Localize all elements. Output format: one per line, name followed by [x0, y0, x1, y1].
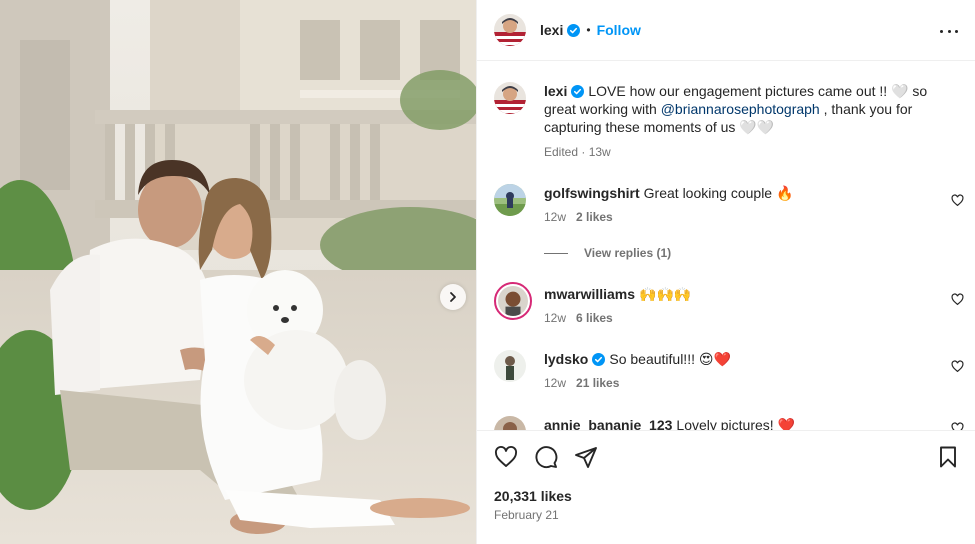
comment-likes[interactable]: 2 likes	[576, 210, 613, 224]
comment-age: 12w	[544, 210, 567, 224]
caption-avatar[interactable]	[494, 82, 526, 114]
view-replies-label: View replies (1)	[584, 246, 672, 260]
like-comment-heart-icon[interactable]	[951, 360, 964, 373]
post-side-panel: lexi • Follow lexi LOVE how our engageme…	[476, 0, 975, 544]
bookmark-icon[interactable]	[936, 445, 960, 469]
comment-text: Lovely pictures! ❤️	[676, 417, 795, 430]
comment-meta: 12w 6 likes	[544, 309, 928, 327]
caption-mention[interactable]: @briannarosephotograph	[661, 101, 820, 117]
replies-divider	[544, 252, 568, 254]
comment-item: golfswingshirt Great looking couple 🔥 12w…	[494, 184, 964, 244]
caption: lexi LOVE how our engagement pictures cam…	[494, 82, 964, 162]
comment-item: mwarwilliams 🙌🙌🙌 12w 6 likes	[494, 282, 964, 342]
like-comment-heart-icon[interactable]	[951, 293, 964, 306]
verified-badge-icon	[567, 23, 581, 37]
engagement-photo	[0, 0, 476, 544]
comment-likes[interactable]: 6 likes	[576, 311, 613, 325]
instagram-post: lexi • Follow lexi LOVE how our engageme…	[0, 0, 975, 544]
commenter-avatar[interactable]	[494, 184, 526, 216]
separator-dot: •	[586, 23, 591, 37]
view-replies-button[interactable]: View replies (1)	[544, 246, 671, 260]
comments-list[interactable]: lexi LOVE how our engagement pictures cam…	[477, 62, 975, 430]
post-actions-section: 20,331 likes February 21	[477, 430, 975, 544]
like-comment-heart-icon[interactable]	[951, 422, 964, 430]
author-username[interactable]: lexi	[540, 22, 563, 38]
caption-meta: Edited · 13w	[544, 145, 611, 159]
heart-icon[interactable]	[494, 445, 518, 469]
commenter-avatar[interactable]	[494, 350, 526, 382]
post-date: February 21	[494, 508, 559, 522]
comment-body: mwarwilliams 🙌🙌🙌 12w 6 likes	[544, 285, 928, 327]
comment-age: 12w	[544, 376, 567, 390]
post-photo[interactable]	[0, 0, 476, 544]
comment-body: lydsko So beautiful!!! 😍❤️ 12w 21 likes	[544, 350, 928, 392]
author-avatar[interactable]	[494, 14, 526, 46]
comment-icon[interactable]	[534, 445, 558, 469]
share-icon[interactable]	[574, 445, 598, 469]
comment-likes[interactable]: 21 likes	[576, 376, 619, 390]
comment-item: annie_bananie_123 Lovely pictures! ❤️	[494, 416, 964, 430]
caption-username[interactable]: lexi	[544, 83, 567, 99]
comment-item: lydsko So beautiful!!! 😍❤️ 12w 21 likes	[494, 350, 964, 410]
commenter-avatar[interactable]	[494, 416, 526, 430]
comment-text: Great looking couple 🔥	[643, 185, 794, 201]
comment-meta: 12w 21 likes	[544, 374, 928, 392]
follow-button[interactable]: Follow	[597, 22, 641, 38]
comment-age: 12w	[544, 311, 567, 325]
verified-badge-icon	[571, 85, 585, 98]
comment-body: golfswingshirt Great looking couple 🔥 12w…	[544, 184, 928, 226]
next-photo-button[interactable]	[440, 284, 466, 310]
comment-username[interactable]: golfswingshirt	[544, 185, 640, 201]
verified-badge-icon	[592, 353, 606, 366]
comment-username[interactable]: mwarwilliams	[544, 286, 635, 302]
comment-meta: 12w 2 likes	[544, 208, 928, 226]
more-options-icon[interactable]	[940, 22, 958, 40]
comment-username[interactable]: annie_bananie_123	[544, 417, 672, 430]
like-comment-heart-icon[interactable]	[951, 194, 964, 207]
like-count[interactable]: 20,331 likes	[494, 488, 572, 504]
post-actions	[494, 445, 598, 469]
comment-text: So beautiful!!! 😍❤️	[609, 351, 731, 367]
comment-body: annie_bananie_123 Lovely pictures! ❤️	[544, 416, 928, 430]
comment-username[interactable]: lydsko	[544, 351, 588, 367]
comment-text: 🙌🙌🙌	[639, 286, 692, 302]
caption-body: lexi LOVE how our engagement pictures cam…	[544, 82, 944, 161]
post-header: lexi • Follow	[477, 0, 975, 61]
commenter-avatar[interactable]	[494, 282, 532, 320]
chevron-right-icon	[450, 292, 456, 302]
